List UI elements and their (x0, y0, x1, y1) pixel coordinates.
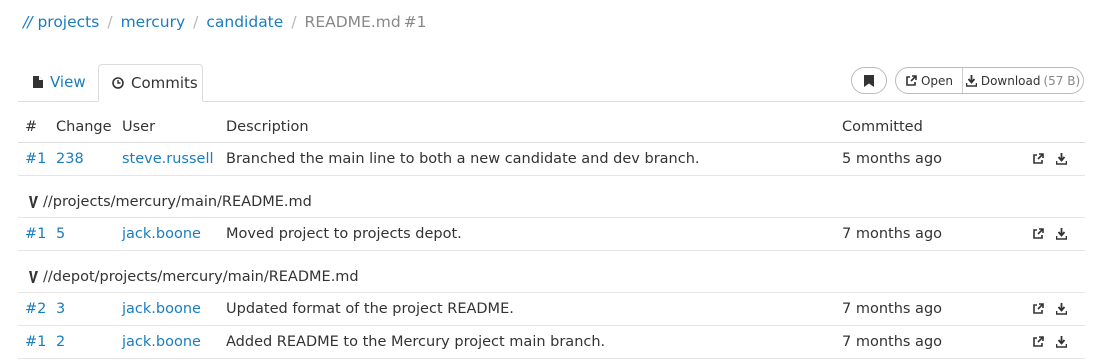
change-link[interactable]: 3 (56, 293, 65, 325)
open-button-label: Open (920, 73, 954, 88)
user-link[interactable]: jack.boone (122, 218, 201, 250)
download-button-label: Download (980, 73, 1041, 88)
change-link[interactable]: 2 (56, 326, 65, 358)
table-row: #2 3 jack.boone Updated format of the pr… (18, 293, 1085, 326)
tab-commits-label: Commits (131, 74, 198, 92)
user-link[interactable]: jack.boone (122, 326, 201, 358)
table-row: #1 2 jack.boone Added README to the Merc… (18, 326, 1085, 359)
breadcrumb-mercury[interactable]: mercury (121, 13, 186, 31)
change-link[interactable]: 5 (56, 218, 65, 250)
tab-commits[interactable]: Commits (98, 64, 203, 102)
open-revision-icon[interactable] (1032, 228, 1044, 240)
download-button[interactable]: Download (57 B) (963, 68, 1083, 93)
branch-path-row: //depot/projects/mercury/main/README.md (18, 251, 1085, 293)
branch-icon (29, 195, 38, 208)
download-revision-icon[interactable] (1056, 228, 1067, 240)
breadcrumb-root[interactable]: // (23, 13, 33, 31)
commit-description: Branched the main line to both a new can… (226, 151, 700, 167)
open-button[interactable]: Open (896, 68, 963, 93)
table-row: #1 238 steve.russell Branched the main l… (18, 143, 1085, 176)
external-link-icon (905, 74, 917, 87)
branch-icon (29, 270, 38, 283)
revision-link[interactable]: #1 (25, 326, 46, 358)
commit-time: 7 months ago (842, 334, 943, 350)
user-link[interactable]: jack.boone (122, 293, 201, 325)
header-committed: Committed (842, 118, 923, 135)
tab-view[interactable]: View (18, 64, 98, 100)
commit-time: 7 months ago (842, 226, 943, 242)
commit-description: Added README to the Mercury project main… (226, 334, 606, 350)
breadcrumb-separator: / (193, 13, 199, 31)
commits-table: # Change User Description Committed #1 2… (18, 111, 1085, 359)
change-link[interactable]: 238 (56, 143, 84, 175)
file-icon (33, 76, 43, 88)
user-link[interactable]: steve.russell (122, 143, 214, 175)
download-revision-icon[interactable] (1056, 153, 1067, 165)
download-icon (965, 74, 977, 87)
download-revision-icon[interactable] (1056, 303, 1067, 315)
row-actions (1032, 218, 1067, 250)
header-user: User (122, 118, 156, 135)
branch-path: //projects/mercury/main/README.md (43, 193, 312, 210)
commit-time: 5 months ago (842, 151, 943, 167)
breadcrumb-separator: / (291, 13, 297, 31)
bookmark-button[interactable] (851, 67, 887, 94)
branch-path: //depot/projects/mercury/main/README.md (43, 268, 359, 285)
revision-link[interactable]: #1 (25, 218, 46, 250)
breadcrumb: // projects / mercury / candidate / READ… (23, 13, 427, 31)
header-num: # (25, 118, 38, 135)
breadcrumb-projects[interactable]: projects (37, 13, 99, 31)
row-actions (1032, 143, 1067, 175)
file-actions-group: Open Download (57 B) (895, 67, 1084, 94)
clock-icon (112, 77, 124, 89)
open-revision-icon[interactable] (1032, 336, 1044, 348)
open-revision-icon[interactable] (1032, 303, 1044, 315)
breadcrumb-separator: / (107, 13, 113, 31)
revision-link[interactable]: #2 (25, 293, 46, 325)
table-header: # Change User Description Committed (18, 111, 1085, 143)
breadcrumb-current-file: README.md #1 (304, 13, 427, 31)
commit-description: Updated format of the project README. (226, 301, 514, 317)
download-file-size: (57 B) (1043, 73, 1081, 88)
open-revision-icon[interactable] (1032, 153, 1044, 165)
header-description: Description (226, 118, 309, 135)
revision-link[interactable]: #1 (25, 143, 46, 175)
breadcrumb-candidate[interactable]: candidate (206, 13, 283, 31)
row-actions (1032, 326, 1067, 358)
download-revision-icon[interactable] (1056, 336, 1067, 348)
row-actions (1032, 293, 1067, 325)
header-change: Change (56, 118, 112, 135)
commit-time: 7 months ago (842, 301, 943, 317)
commit-description: Moved project to projects depot. (226, 226, 462, 242)
table-row: #1 5 jack.boone Moved project to project… (18, 218, 1085, 251)
bookmark-icon (864, 74, 874, 87)
branch-path-row: //projects/mercury/main/README.md (18, 176, 1085, 218)
tab-view-label: View (50, 73, 86, 91)
